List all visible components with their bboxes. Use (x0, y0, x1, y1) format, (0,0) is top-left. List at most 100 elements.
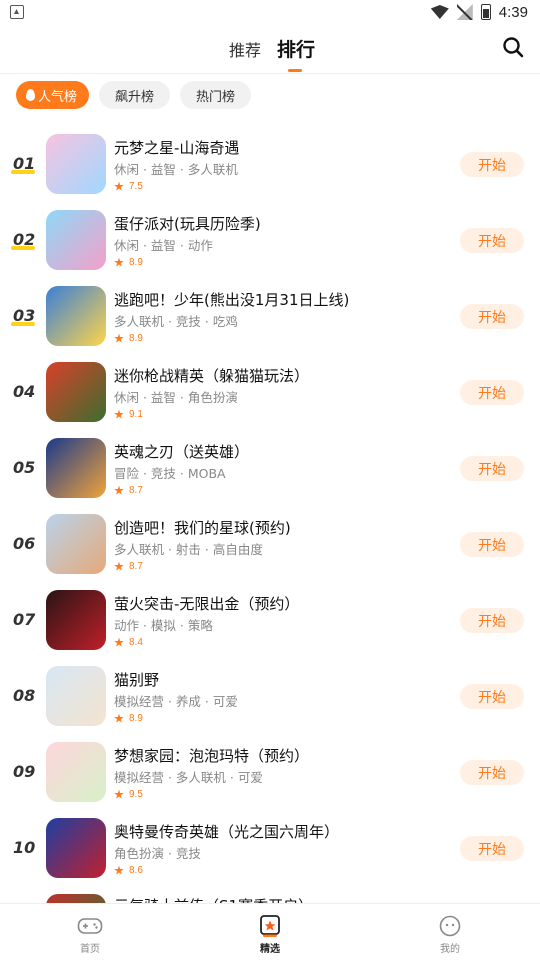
game-tags: 动作 · 模拟 · 策略 (114, 618, 213, 633)
list-item[interactable]: 02 蛋仔派对(玩具历险季) 休闲 · 益智 · 动作 8.9 开始 (0, 202, 540, 278)
star-icon (114, 561, 124, 571)
game-rating: 9.5 (114, 789, 143, 800)
game-tags: 休闲 · 益智 · 角色扮演 (114, 390, 238, 405)
rank-highlight-mark (11, 246, 35, 250)
top-tab-bar: 推荐 排行 (0, 24, 540, 74)
chip-label: 人气榜 (38, 89, 78, 105)
rank-highlight-mark (11, 322, 35, 326)
game-name: 奥特曼传奇英雄（光之国六周年） (114, 823, 340, 841)
active-tab-indicator (288, 69, 302, 72)
notification-icon (10, 5, 24, 19)
game-app-icon (46, 514, 106, 574)
list-item[interactable]: 09 梦想家园：泡泡玛特（预约） 模拟经营 · 多人联机 · 可爱 9.5 开始 (0, 734, 540, 810)
game-rating: 8.9 (114, 333, 143, 344)
game-name: 迷你枪战精英（躲猫猫玩法） (114, 367, 310, 385)
status-bar: 4:39 (0, 0, 540, 24)
list-item[interactable]: 08 猫别野 模拟经营 · 养成 · 可爱 8.9 开始 (0, 658, 540, 734)
star-icon (114, 637, 124, 647)
star-icon (114, 333, 124, 343)
nav-home[interactable]: 首页 (50, 904, 130, 960)
start-button[interactable]: 开始 (460, 684, 524, 709)
rating-value: 8.9 (129, 713, 143, 724)
game-app-icon (46, 134, 106, 194)
game-app-icon (46, 286, 106, 346)
rating-value: 9.1 (129, 409, 143, 420)
game-rating: 8.9 (114, 257, 143, 268)
game-app-icon (46, 362, 106, 422)
flame-icon (26, 89, 35, 101)
wifi-icon (430, 5, 449, 19)
list-item[interactable]: 07 萤火突击-无限出金（预约） 动作 · 模拟 · 策略 8.4 开始 (0, 582, 540, 658)
start-button[interactable]: 开始 (460, 304, 524, 329)
nav-profile[interactable]: 我的 (410, 904, 490, 960)
chip-label: 热门榜 (196, 89, 236, 105)
game-name: 元梦之星-山海奇遇 (114, 139, 240, 157)
rating-value: 8.9 (129, 333, 143, 344)
game-tags: 多人联机 · 竞技 · 吃鸡 (114, 314, 238, 329)
ranking-filter-chips: 人气榜 飙升榜 热门榜 (16, 81, 252, 111)
start-button[interactable]: 开始 (460, 228, 524, 253)
game-tags: 休闲 · 益智 · 动作 (114, 238, 213, 253)
game-rating: 9.1 (114, 409, 143, 420)
start-button[interactable]: 开始 (460, 836, 524, 861)
game-name: 梦想家园：泡泡玛特（预约） (114, 747, 310, 765)
game-app-icon (46, 210, 106, 270)
game-tags: 模拟经营 · 多人联机 · 可爱 (114, 770, 263, 785)
start-button[interactable]: 开始 (460, 608, 524, 633)
rank-number: 10 (13, 838, 36, 857)
game-name: 萤火突击-无限出金（预约） (114, 595, 300, 613)
game-name: 逃跑吧！少年(熊出没1月31日上线) (114, 291, 350, 309)
star-icon (114, 713, 124, 723)
start-button[interactable]: 开始 (460, 456, 524, 481)
game-rating: 8.7 (114, 485, 143, 496)
rating-value: 8.4 (129, 637, 143, 648)
chip-rising[interactable]: 飙升榜 (99, 81, 171, 109)
game-name: 创造吧！我们的星球(预约) (114, 519, 291, 537)
start-button[interactable]: 开始 (460, 760, 524, 785)
game-app-icon (46, 742, 106, 802)
game-app-icon (46, 590, 106, 650)
list-item[interactable]: 03 逃跑吧！少年(熊出没1月31日上线) 多人联机 · 竞技 · 吃鸡 8.9… (0, 278, 540, 354)
battery-icon (480, 4, 491, 20)
tab-recommend[interactable]: 推荐 (229, 37, 261, 61)
game-name: 猫别野 (114, 671, 160, 689)
start-button[interactable]: 开始 (460, 152, 524, 177)
game-rating: 8.9 (114, 713, 143, 724)
gamepad-icon (77, 918, 103, 934)
star-icon (114, 257, 124, 267)
game-rating: 8.4 (114, 637, 143, 648)
game-rating: 8.7 (114, 561, 143, 572)
list-item[interactable]: 06 创造吧！我们的星球(预约) 多人联机 · 射击 · 高自由度 8.7 开始 (0, 506, 540, 582)
list-item[interactable]: 01 元梦之星-山海奇遇 休闲 · 益智 · 多人联机 7.5 开始 (0, 126, 540, 202)
nav-home-label: 首页 (80, 944, 100, 955)
game-tags: 多人联机 · 射击 · 高自由度 (114, 542, 263, 557)
rating-value: 8.7 (129, 561, 143, 572)
star-icon (114, 409, 124, 419)
chip-hot[interactable]: 热门榜 (180, 81, 252, 109)
list-item-partial[interactable]: 元气骑士前传（S1赛季开启） (0, 886, 540, 904)
game-name: 蛋仔派对(玩具历险季) (114, 215, 261, 233)
star-icon (114, 181, 124, 191)
rating-value: 8.9 (129, 257, 143, 268)
tab-ranking[interactable]: 排行 (277, 35, 315, 62)
rank-number: 04 (13, 382, 36, 401)
start-button[interactable]: 开始 (460, 380, 524, 405)
ranking-list: 01 元梦之星-山海奇遇 休闲 · 益智 · 多人联机 7.5 开始 02 蛋仔… (0, 126, 540, 886)
list-item[interactable]: 05 英魂之刃（送英雄） 冒险 · 竞技 · MOBA 8.7 开始 (0, 430, 540, 506)
game-name: 英魂之刃（送英雄） (114, 443, 250, 461)
start-button[interactable]: 开始 (460, 532, 524, 557)
game-rating: 8.6 (114, 865, 143, 876)
game-rating: 7.5 (114, 181, 143, 192)
game-app-icon (46, 666, 106, 726)
rank-number: 08 (13, 686, 36, 705)
rank-highlight-mark (11, 170, 35, 174)
nav-featured[interactable]: 精选 (230, 904, 310, 960)
list-item[interactable]: 04 迷你枪战精英（躲猫猫玩法） 休闲 · 益智 · 角色扮演 9.1 开始 (0, 354, 540, 430)
star-icon (114, 789, 124, 799)
chip-popular[interactable]: 人气榜 (16, 81, 90, 109)
search-icon[interactable] (502, 36, 524, 58)
list-item[interactable]: 10 奥特曼传奇英雄（光之国六周年） 角色扮演 · 竞技 8.6 开始 (0, 810, 540, 886)
rating-value: 8.7 (129, 485, 143, 496)
game-tags: 模拟经营 · 养成 · 可爱 (114, 694, 238, 709)
game-tags: 休闲 · 益智 · 多人联机 (114, 162, 238, 177)
